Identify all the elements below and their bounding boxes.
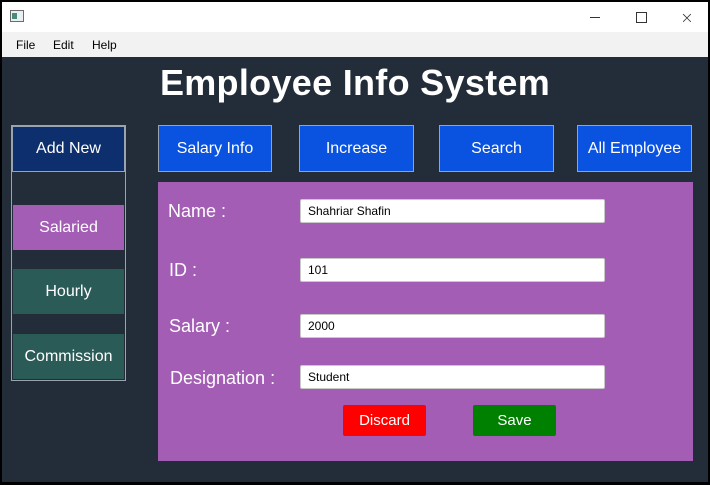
increase-button[interactable]: Increase — [299, 125, 414, 172]
name-field[interactable] — [300, 199, 605, 223]
id-label: ID : — [169, 260, 198, 280]
id-field[interactable] — [300, 258, 605, 282]
app-icon — [10, 10, 24, 22]
designation-field[interactable] — [300, 365, 605, 389]
name-label: Name : — [168, 201, 227, 221]
salary-info-button[interactable]: Salary Info — [158, 125, 272, 172]
maximize-icon — [635, 11, 647, 23]
page-title: Employee Info System — [159, 62, 551, 103]
hourly-button[interactable]: Hourly — [13, 269, 124, 314]
menu-bar: File Edit Help — [2, 32, 708, 57]
salaried-button[interactable]: Salaried — [13, 205, 124, 250]
title-bar: × — [2, 2, 708, 32]
close-button[interactable]: × — [664, 2, 708, 32]
all-employee-button[interactable]: All Employee — [577, 125, 692, 172]
salary-field[interactable] — [300, 314, 605, 338]
salary-label: Salary : — [169, 316, 231, 336]
maximize-button[interactable] — [618, 2, 664, 32]
search-button[interactable]: Search — [439, 125, 554, 172]
minimize-button[interactable] — [572, 2, 618, 32]
save-button[interactable]: Save — [473, 405, 556, 436]
commission-button[interactable]: Commission — [13, 334, 124, 379]
minimize-icon — [590, 16, 600, 18]
menu-edit[interactable]: Edit — [53, 38, 74, 52]
add-new-button[interactable]: Add New — [12, 126, 125, 172]
close-icon: × — [680, 7, 694, 27]
menu-help[interactable]: Help — [92, 38, 117, 52]
app-window: × File Edit Help Employee Info System Ad… — [2, 2, 708, 482]
discard-button[interactable]: Discard — [343, 405, 426, 436]
designation-label: Designation : — [170, 368, 276, 388]
menu-file[interactable]: File — [16, 38, 35, 52]
